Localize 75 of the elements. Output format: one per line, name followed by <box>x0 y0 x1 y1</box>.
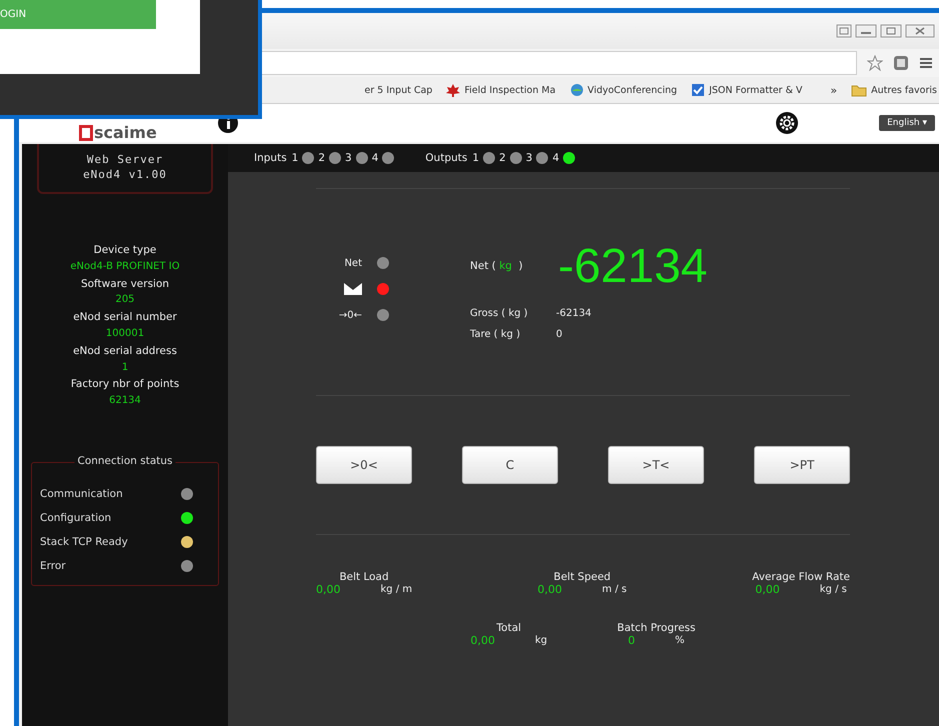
language-dropdown[interactable]: English ▾ <box>879 115 935 131</box>
settings-icon[interactable] <box>775 111 800 135</box>
channel-number: 1 <box>292 152 298 164</box>
stability-icon <box>344 283 362 295</box>
net-weight-value: -62134 <box>558 238 708 294</box>
info-value: 62134 <box>108 394 142 408</box>
command-button[interactable]: >T< <box>608 446 704 484</box>
measure-unit: kg / s <box>820 584 847 595</box>
reading-label: Gross ( kg ) <box>470 308 529 318</box>
bookmark[interactable]: Field Inspection Ma <box>446 83 556 97</box>
status-label: Stack TCP Ready <box>40 536 128 548</box>
measure-value: 0,00 <box>538 583 562 596</box>
server-title: Web Server <box>86 152 164 167</box>
command-button[interactable]: C <box>462 446 558 484</box>
bookmark[interactable]: VidyoConferencing <box>570 83 678 97</box>
io-label: Outputs <box>425 152 468 164</box>
info-value: 100001 <box>104 326 146 341</box>
window-icon[interactable] <box>836 24 852 38</box>
channel-number: 1 <box>472 152 480 164</box>
measure-value: 0,00 <box>755 583 780 596</box>
measure-label: Average Flow Rate <box>752 571 850 583</box>
server-title: eNod4 v1.00 <box>82 167 168 182</box>
bookmark[interactable]: er 5 Input Cap <box>364 84 432 96</box>
info-label: eNod serial number <box>72 310 178 326</box>
measure-unit: kg / m <box>380 584 412 595</box>
checkbox-icon <box>691 83 706 97</box>
info-label: Device type <box>92 243 158 258</box>
info-label: Factory nbr of points <box>70 377 180 392</box>
channel-number: 2 <box>499 152 506 164</box>
measure-value: 0,00 <box>316 583 340 596</box>
channel-number: 2 <box>318 152 326 164</box>
bookmark-folder[interactable]: Autres favoris <box>851 84 937 96</box>
channel-number: 4 <box>372 152 378 164</box>
globe-icon <box>570 83 584 97</box>
reading-label: Tare ( kg ) <box>470 328 522 340</box>
minimize-icon[interactable] <box>855 24 877 38</box>
measure-label: Batch Progress <box>617 622 696 634</box>
measure-value: 0,00 <box>470 634 495 647</box>
indicator-label: →0← <box>338 310 362 320</box>
measure-label: Belt Load <box>339 571 389 583</box>
info-label: eNod serial address <box>72 344 178 359</box>
measure-label: Belt Speed <box>554 571 611 583</box>
net-label: Net ( kg ) <box>470 260 524 272</box>
info-value: 1 <box>120 360 130 375</box>
channel-number: 3 <box>526 152 532 164</box>
info-value: 205 <box>114 293 136 308</box>
measure-label: Total <box>496 622 522 634</box>
close-icon[interactable] <box>905 24 935 38</box>
maximize-icon[interactable] <box>880 24 902 38</box>
command-button[interactable]: >PT <box>754 446 850 484</box>
status-label: Error <box>40 560 66 572</box>
more-bookmarks-button[interactable]: » <box>830 84 838 96</box>
channel-number: 4 <box>552 152 560 164</box>
extension-icon[interactable] <box>893 55 909 71</box>
measure-unit: kg <box>535 635 548 646</box>
measure-value: 0 <box>628 634 636 647</box>
channel-number: 3 <box>345 152 352 164</box>
indicator-label: Net <box>344 258 362 268</box>
measure-unit: % <box>675 635 685 646</box>
maple-leaf-icon <box>446 83 460 97</box>
status-label: Communication <box>40 488 123 500</box>
menu-icon[interactable] <box>919 56 933 70</box>
folder-icon <box>851 84 868 96</box>
reading-value: 0 <box>556 328 562 340</box>
reading-value: -62134 <box>556 308 592 318</box>
command-button[interactable]: >0< <box>316 446 412 484</box>
measure-unit: m / s <box>602 584 627 595</box>
io-label: Inputs <box>254 152 287 164</box>
panel-title: Connection status <box>74 454 176 467</box>
bookmark[interactable]: JSON Formatter & V <box>691 83 802 97</box>
star-icon[interactable] <box>867 55 883 71</box>
info-value: eNod4-B PROFINET IO <box>70 260 180 274</box>
logo[interactable]: scaime <box>79 124 157 142</box>
status-label: Configuration <box>40 512 112 524</box>
info-label: Software version <box>80 276 170 292</box>
